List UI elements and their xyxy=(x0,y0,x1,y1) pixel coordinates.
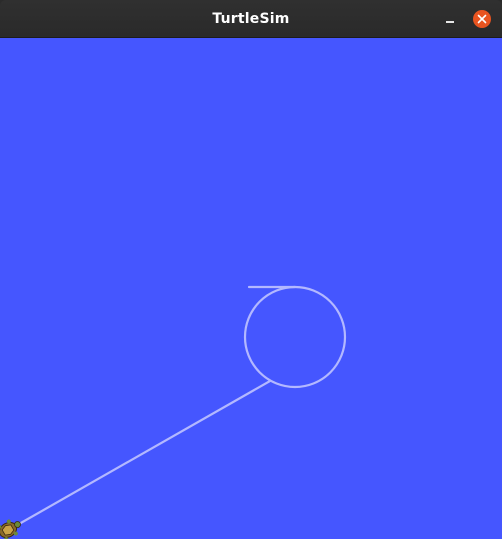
trail-drawing xyxy=(0,285,347,539)
turtle-icon xyxy=(0,519,21,539)
close-icon xyxy=(477,14,487,24)
minimize-icon xyxy=(446,21,454,23)
turtle-trail-circle xyxy=(243,285,347,389)
minimize-button[interactable] xyxy=(440,9,460,29)
turtle-trail-line xyxy=(10,379,272,530)
window-title: TurtleSim xyxy=(212,11,290,27)
turtlesim-window: TurtleSim xyxy=(0,0,502,539)
title-bar[interactable]: TurtleSim xyxy=(0,0,502,38)
turtle-canvas xyxy=(0,38,502,539)
close-button[interactable] xyxy=(473,10,491,28)
